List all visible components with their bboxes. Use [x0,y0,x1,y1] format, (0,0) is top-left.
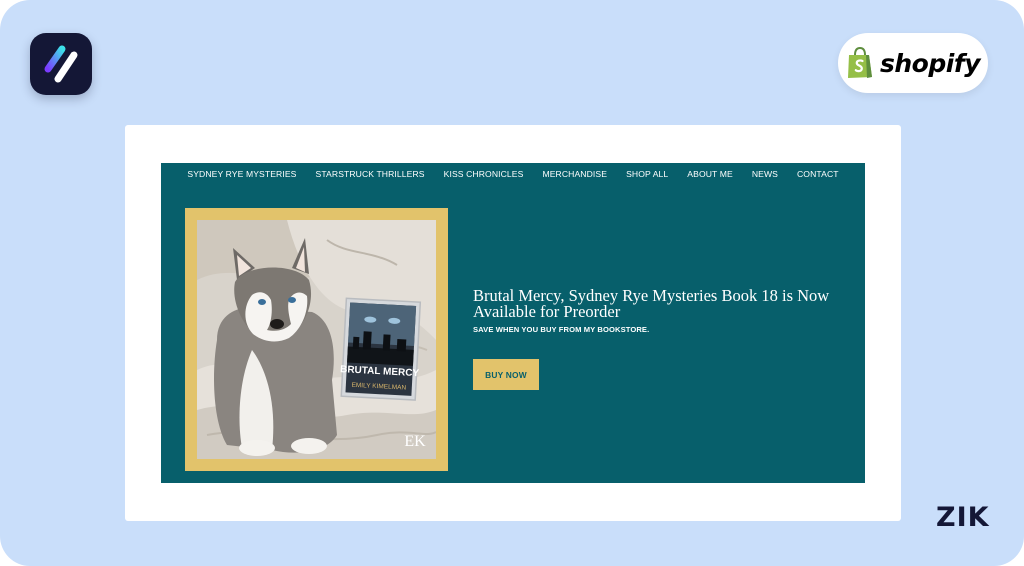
nav-item-news[interactable]: NEWS [752,169,778,179]
app-logo [30,33,92,95]
nav-item-sydney-rye-mysteries[interactable]: SYDNEY RYE MYSTERIES [187,169,296,179]
buy-now-button[interactable]: BUY NOW [473,359,539,390]
hero-photo-husky-with-book: BRUTAL MERCY EMILY KIMELMAN EK [197,220,436,459]
hero-illustration: BRUTAL MERCY EMILY KIMELMAN EK [197,220,436,459]
app-logo-icon [44,45,78,83]
page-canvas: shopify SYDNEY RYE MYSTERIES STARSTRUCK … [0,0,1024,566]
nav-item-shop-all[interactable]: SHOP ALL [626,169,668,179]
nav-item-merchandise[interactable]: MERCHANDISE [542,169,607,179]
site-nav: SYDNEY RYE MYSTERIES STARSTRUCK THRILLER… [161,163,865,185]
zik-wordmark: ZIK [936,502,990,533]
shopify-badge: shopify [838,33,988,93]
nav-item-about-me[interactable]: ABOUT ME [687,169,733,179]
nav-item-contact[interactable]: CONTACT [797,169,839,179]
shopify-bag-icon [848,47,872,78]
author-monogram-watermark: EK [404,433,426,450]
nav-item-kiss-chronicles[interactable]: KISS CHRONICLES [444,169,524,179]
hero-subline: SAVE WHEN YOU BUY FROM MY BOOKSTORE. [473,325,650,334]
hero-headline: Brutal Mercy, Sydney Rye Mysteries Book … [473,286,830,321]
website-preview: SYDNEY RYE MYSTERIES STARSTRUCK THRILLER… [161,163,865,483]
nav-item-starstruck-thrillers[interactable]: STARSTRUCK THRILLERS [316,169,425,179]
hero-image-frame: BRUTAL MERCY EMILY KIMELMAN EK [185,208,448,471]
shopify-wordmark: shopify [880,48,981,78]
